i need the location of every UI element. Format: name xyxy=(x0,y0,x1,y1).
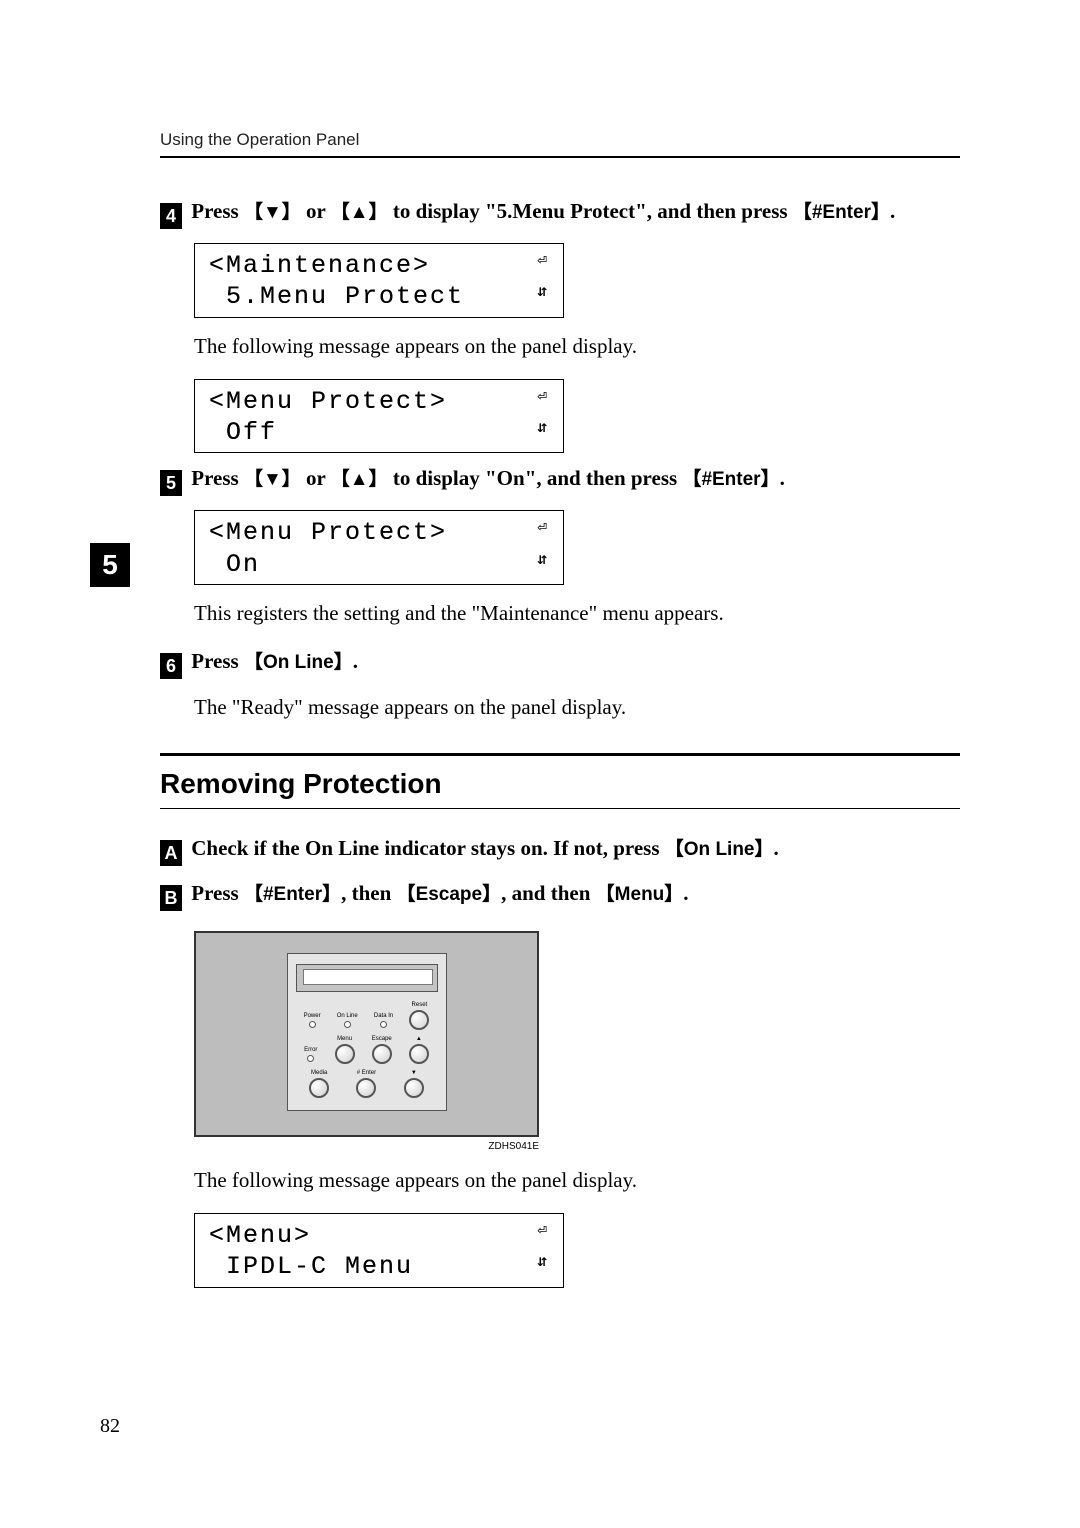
menu-button[interactable] xyxy=(335,1044,355,1064)
return-icon: ⏎ xyxy=(537,1220,549,1242)
up-button[interactable] xyxy=(409,1044,429,1064)
page-content: Using the Operation Panel 4 Press ▼ or ▲… xyxy=(0,0,1080,1288)
step6-body: The "Ready" message appears on the panel… xyxy=(194,693,960,722)
step4-mid: to display "5.Menu Protect", and then pr… xyxy=(388,199,793,223)
stepA-text1: Check if the On Line indicator stays on.… xyxy=(191,836,665,860)
enter-key: #Enter xyxy=(244,884,341,905)
step5-end: . xyxy=(780,466,785,490)
chapter-tab: 5 xyxy=(90,543,130,587)
error-label: Error xyxy=(304,1047,317,1053)
updown-icon: ⇵ xyxy=(537,417,549,439)
online-label: On Line xyxy=(337,1013,358,1019)
enter-label: # Enter xyxy=(356,1070,376,1076)
escape-key: Escape xyxy=(397,884,502,905)
down-label: ▼ xyxy=(404,1070,424,1076)
lcd-display-5: <Menu Protect> ⏎ On ⇵ xyxy=(194,510,960,585)
lcd-display-4a: <Maintenance> ⏎ 5.Menu Protect ⇵ xyxy=(194,243,960,318)
lcd-4b-line2: Off xyxy=(209,418,277,447)
down-key: ▼ xyxy=(244,202,301,223)
lcd-5-line2: On xyxy=(209,550,260,579)
stepB-body: The following message appears on the pan… xyxy=(194,1166,960,1195)
up-key: ▲ xyxy=(331,469,388,490)
datain-label: Data In xyxy=(374,1013,393,1019)
media-button[interactable] xyxy=(309,1078,329,1098)
updown-icon: ⇵ xyxy=(537,281,549,303)
step4-end: . xyxy=(890,199,895,223)
step5-or: or xyxy=(301,466,331,490)
lcd-B-line1: <Menu> xyxy=(209,1221,311,1250)
step5-body: This registers the setting and the "Main… xyxy=(194,599,960,628)
online-led xyxy=(344,1021,351,1028)
datain-led xyxy=(380,1021,387,1028)
return-icon: ⏎ xyxy=(537,517,549,539)
step-6: 6 Press On Line. xyxy=(160,646,960,679)
escape-button[interactable] xyxy=(372,1044,392,1064)
step4-or: or xyxy=(301,199,331,223)
lcd-4a-line2: 5.Menu Protect xyxy=(209,282,464,311)
power-led xyxy=(309,1021,316,1028)
stepB-c1: , then xyxy=(341,881,396,905)
page-header: Using the Operation Panel xyxy=(160,130,960,158)
step5-text1: Press xyxy=(191,466,244,490)
online-key: On Line xyxy=(244,652,353,673)
panel-lcd xyxy=(296,964,438,992)
power-label: Power xyxy=(304,1013,321,1019)
step6-text1: Press xyxy=(191,649,244,673)
step-5: 5 Press ▼ or ▲ to display "On", and then… xyxy=(160,463,960,496)
enter-key: #Enter xyxy=(793,202,890,223)
menu-key: Menu xyxy=(596,884,684,905)
down-key: ▼ xyxy=(244,469,301,490)
step-number-6: 6 xyxy=(160,653,182,679)
lcd-display-4b: <Menu Protect> ⏎ Off ⇵ xyxy=(194,379,960,454)
enter-key: #Enter xyxy=(682,469,779,490)
step-4: 4 Press ▼ or ▲ to display "5.Menu Protec… xyxy=(160,196,960,229)
step-letter-A: A xyxy=(160,840,182,866)
page-number: 82 xyxy=(100,1415,120,1438)
step4-text1: Press xyxy=(191,199,244,223)
step4-body: The following message appears on the pan… xyxy=(194,332,960,361)
step6-end: . xyxy=(353,649,358,673)
media-label: Media xyxy=(309,1070,329,1076)
down-button[interactable] xyxy=(404,1078,424,1098)
up-key: ▲ xyxy=(331,202,388,223)
step-A: A Check if the On Line indicator stays o… xyxy=(160,833,960,866)
updown-icon: ⇵ xyxy=(537,549,549,571)
lcd-4b-line1: <Menu Protect> xyxy=(209,387,447,416)
lcd-5-line1: <Menu Protect> xyxy=(209,518,447,547)
up-label: ▲ xyxy=(409,1036,429,1042)
step-B: B Press #Enter, then Escape, and then Me… xyxy=(160,878,960,911)
return-icon: ⏎ xyxy=(537,386,549,408)
stepB-end: . xyxy=(683,881,688,905)
lcd-4a-line1: <Maintenance> xyxy=(209,251,430,280)
step-letter-B: B xyxy=(160,885,182,911)
escape-label: Escape xyxy=(372,1036,392,1042)
section-removing-protection: Removing Protection xyxy=(160,753,960,809)
lcd-display-B: <Menu> ⏎ IPDL-C Menu ⇵ xyxy=(194,1213,960,1288)
figure-id: ZDHS041E xyxy=(194,1141,539,1152)
online-key: On Line xyxy=(665,839,774,860)
lcd-B-line2: IPDL-C Menu xyxy=(209,1252,413,1281)
stepB-c2: , and then xyxy=(501,881,596,905)
step-number-5: 5 xyxy=(160,470,182,496)
reset-label: Reset xyxy=(409,1002,429,1008)
operation-panel-figure: Power On Line Data In Reset Error Menu E… xyxy=(194,931,539,1152)
enter-button[interactable] xyxy=(356,1078,376,1098)
step5-mid: to display "On", and then press xyxy=(388,466,683,490)
menu-label: Menu xyxy=(335,1036,355,1042)
stepA-end: . xyxy=(774,836,779,860)
error-led xyxy=(307,1055,314,1062)
return-icon: ⏎ xyxy=(537,250,549,272)
stepB-pre: Press xyxy=(191,881,244,905)
step-number-4: 4 xyxy=(160,203,182,229)
updown-icon: ⇵ xyxy=(537,1251,549,1273)
reset-button[interactable] xyxy=(409,1010,429,1030)
